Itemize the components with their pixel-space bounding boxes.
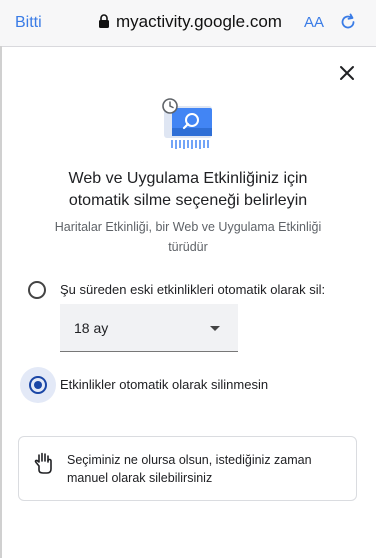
info-note: Seçiminiz ne olursa olsun, istediğiniz z… (18, 436, 357, 501)
dialog-title: Web ve Uygulama Etkinliğiniz için otomat… (0, 168, 376, 212)
dialog-title-line: otomatik silme seçeneği belirleyin (68, 192, 308, 209)
lock-icon (99, 14, 109, 28)
text-size-label: AA (304, 14, 325, 31)
no-delete-radio-label[interactable]: Etkinlikler otomatik olarak silinmesin (60, 377, 268, 392)
no-delete-radio-highlight (20, 367, 56, 403)
page-edge (0, 46, 2, 558)
hand-touch-icon (34, 452, 52, 474)
browser-toolbar: Bitti myactivity.google.com AA (0, 0, 376, 47)
info-note-text: Seçiminiz ne olursa olsun, istediğiniz z… (67, 451, 337, 487)
no-delete-radio[interactable] (29, 376, 47, 394)
info-note-line: manuel olarak silebilirsiniz (67, 471, 213, 485)
reload-icon[interactable] (338, 12, 358, 32)
radio-selected-dot (34, 381, 42, 389)
duration-select[interactable]: 18 ay (60, 304, 238, 352)
dialog-subtitle-line: türüdür (168, 240, 208, 254)
close-icon[interactable] (336, 62, 358, 84)
address-bar[interactable]: myactivity.google.com (116, 12, 282, 32)
info-note-line: Seçiminiz ne olursa olsun, istediğiniz z… (67, 453, 312, 467)
text-size-button[interactable]: AA (304, 14, 324, 31)
dialog-subtitle-line: Haritalar Etkinliği, bir Web ve Uygulama… (54, 220, 322, 234)
dropdown-arrow-icon (210, 326, 220, 331)
auto-delete-illustration-icon (162, 98, 212, 149)
auto-delete-radio[interactable] (28, 281, 46, 299)
auto-delete-radio-label[interactable]: Şu süreden eski etkinlikleri otomatik ol… (60, 282, 325, 297)
duration-selected-value: 18 ay (74, 320, 109, 336)
dialog-subtitle: Haritalar Etkinliği, bir Web ve Uygulama… (30, 217, 346, 257)
done-button[interactable]: Bitti (15, 14, 42, 32)
dialog-title-line: Web ve Uygulama Etkinliğiniz için (68, 170, 308, 187)
